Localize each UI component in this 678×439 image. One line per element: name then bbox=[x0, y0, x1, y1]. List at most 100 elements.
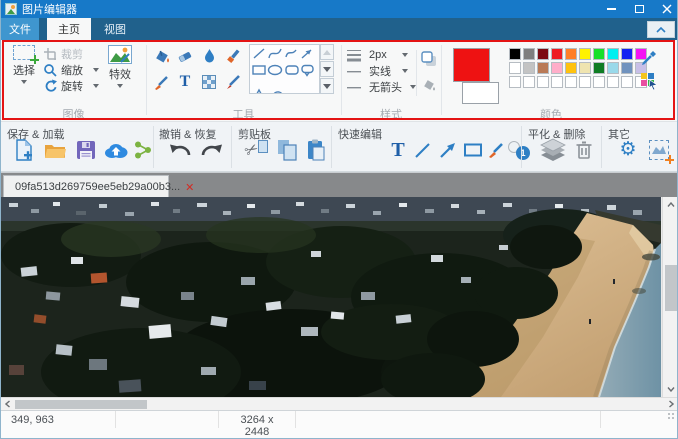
chevron-down-icon[interactable] bbox=[93, 68, 99, 72]
save-button[interactable] bbox=[75, 137, 97, 163]
highlighter-tool-button[interactable] bbox=[223, 46, 243, 66]
color-swatch[interactable] bbox=[607, 62, 619, 74]
color-swatch[interactable] bbox=[621, 76, 633, 88]
color-swatch[interactable] bbox=[579, 62, 591, 74]
shapes-gallery[interactable] bbox=[249, 44, 320, 94]
color-swatch[interactable] bbox=[509, 76, 521, 88]
color-swatch[interactable] bbox=[607, 76, 619, 88]
color-swatch[interactable] bbox=[607, 48, 619, 60]
open-file-button[interactable] bbox=[43, 137, 67, 163]
scroll-up-button[interactable] bbox=[663, 197, 678, 212]
quick-text-button[interactable]: T bbox=[389, 137, 407, 163]
primary-color-swatch[interactable] bbox=[453, 48, 490, 82]
color-dialog-button[interactable] bbox=[640, 72, 658, 90]
line-width-dropdown[interactable]: 2px bbox=[346, 48, 408, 62]
settings-button[interactable]: ⚙ bbox=[617, 137, 639, 163]
capture-button[interactable] bbox=[647, 137, 671, 163]
color-swatch[interactable] bbox=[509, 48, 521, 60]
color-swatch[interactable] bbox=[621, 48, 633, 60]
rotate-button[interactable]: 旋转 bbox=[43, 79, 99, 93]
tab-view[interactable]: 视图 bbox=[97, 18, 133, 40]
color-swatch[interactable] bbox=[593, 76, 605, 88]
color-swatch[interactable] bbox=[523, 76, 535, 88]
color-swatch[interactable] bbox=[509, 62, 521, 74]
quick-line-button[interactable] bbox=[413, 137, 431, 163]
color-swatch[interactable] bbox=[579, 48, 591, 60]
new-file-button[interactable] bbox=[13, 137, 35, 163]
line-style-dropdown[interactable]: 实线 bbox=[346, 64, 408, 78]
color-swatch[interactable] bbox=[551, 48, 563, 60]
photo-aerial-beach-suburb[interactable] bbox=[1, 197, 661, 397]
undo-button[interactable] bbox=[167, 137, 193, 163]
color-swatch[interactable] bbox=[621, 62, 633, 74]
color-swatch[interactable] bbox=[551, 76, 563, 88]
arrow-icon bbox=[439, 142, 457, 159]
eraser-tool-button[interactable] bbox=[175, 46, 195, 66]
effects-button[interactable]: 特效 bbox=[101, 43, 139, 103]
quick-arrow-button[interactable] bbox=[438, 137, 458, 163]
color-swatch[interactable] bbox=[579, 76, 591, 88]
outline-style-button[interactable] bbox=[420, 50, 438, 68]
cut-button[interactable]: ✂ bbox=[244, 137, 270, 163]
arrow-style-dropdown[interactable]: 无箭头 bbox=[346, 80, 416, 94]
chevron-down-icon[interactable] bbox=[93, 84, 99, 88]
flatten-layers-button[interactable] bbox=[539, 137, 567, 163]
vertical-scroll-thumb[interactable] bbox=[665, 265, 678, 311]
color-swatch[interactable] bbox=[593, 48, 605, 60]
color-swatch[interactable] bbox=[551, 62, 563, 74]
eyedropper-button[interactable] bbox=[641, 50, 657, 66]
close-icon[interactable] bbox=[661, 3, 673, 15]
fill-tool-button[interactable] bbox=[151, 46, 171, 66]
brush-tool-button[interactable] bbox=[151, 72, 171, 92]
horizontal-scroll-thumb[interactable] bbox=[15, 400, 147, 409]
toolbar-separator bbox=[153, 126, 154, 168]
maximize-icon[interactable] bbox=[633, 3, 645, 15]
text-tool-button[interactable]: T bbox=[175, 72, 195, 92]
canvas-area bbox=[1, 197, 678, 410]
scroll-down-button[interactable] bbox=[663, 382, 678, 397]
secondary-color-swatch[interactable] bbox=[462, 82, 499, 104]
ribbon-tab-row: 文件 主页 视图 bbox=[1, 18, 678, 40]
tab-close-icon[interactable]: ✕ bbox=[185, 181, 194, 194]
horizontal-scrollbar[interactable] bbox=[1, 397, 678, 410]
gallery-scroll-up-button[interactable] bbox=[320, 44, 334, 60]
vertical-scrollbar[interactable] bbox=[662, 197, 678, 397]
tab-file[interactable]: 文件 bbox=[1, 18, 39, 40]
color-swatch[interactable] bbox=[537, 76, 549, 88]
collapse-ribbon-button[interactable] bbox=[647, 21, 675, 38]
color-swatch[interactable] bbox=[523, 62, 535, 74]
minimize-icon[interactable] bbox=[605, 3, 617, 15]
color-swatch[interactable] bbox=[537, 62, 549, 74]
redo-button[interactable] bbox=[199, 137, 225, 163]
cloud-upload-button[interactable] bbox=[103, 137, 129, 163]
resize-grip-icon[interactable] bbox=[668, 413, 676, 421]
color-swatch[interactable] bbox=[537, 48, 549, 60]
select-tool-button[interactable]: 选择 bbox=[7, 43, 41, 103]
gallery-scroll-down-button[interactable] bbox=[320, 61, 334, 77]
delete-button[interactable] bbox=[573, 137, 595, 163]
color-swatch[interactable] bbox=[523, 48, 535, 60]
quick-rect-button[interactable] bbox=[462, 137, 484, 163]
color-swatch[interactable] bbox=[565, 76, 577, 88]
scroll-right-button[interactable] bbox=[665, 398, 678, 410]
counter-icon: 1 bbox=[516, 146, 530, 160]
new-file-icon bbox=[15, 139, 33, 161]
quick-brush-button[interactable] bbox=[487, 137, 505, 163]
scroll-left-button[interactable] bbox=[1, 398, 14, 410]
document-tab[interactable]: 09fa513d269759ee5eb29a00b3... ✕ bbox=[3, 175, 169, 198]
gallery-expand-button[interactable] bbox=[320, 78, 334, 94]
eraser-icon bbox=[177, 48, 194, 65]
share-button[interactable] bbox=[133, 137, 153, 163]
blur-tool-button[interactable] bbox=[199, 46, 219, 66]
tab-home[interactable]: 主页 bbox=[47, 18, 91, 40]
copy-button[interactable] bbox=[275, 137, 299, 163]
zoom-button[interactable]: 缩放 bbox=[43, 63, 99, 77]
color-swatch[interactable] bbox=[593, 62, 605, 74]
mosaic-tool-button[interactable] bbox=[199, 72, 219, 92]
fill-style-button[interactable] bbox=[420, 76, 438, 94]
color-swatch[interactable] bbox=[565, 48, 577, 60]
color-swatch[interactable] bbox=[565, 62, 577, 74]
paste-button[interactable] bbox=[304, 137, 328, 163]
pen-tool-button[interactable] bbox=[223, 72, 243, 92]
crop-button[interactable]: 裁剪 bbox=[43, 47, 99, 61]
